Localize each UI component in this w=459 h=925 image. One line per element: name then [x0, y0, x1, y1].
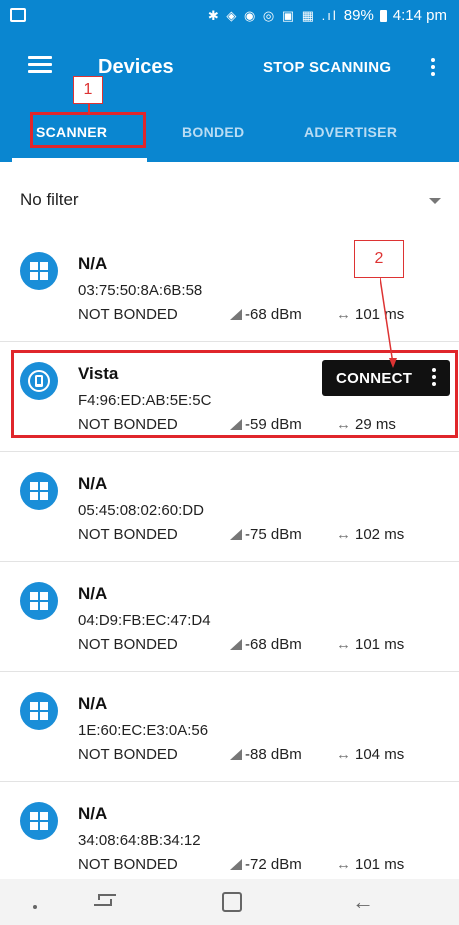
annotation-arrow-1: [88, 104, 90, 114]
rssi-value: -88 dBm: [245, 746, 302, 763]
rssi-value: -72 dBm: [245, 856, 302, 873]
rssi-value: -68 dBm: [245, 306, 302, 323]
app-bar: Devices STOP SCANNING: [0, 34, 459, 104]
hamburger-menu-icon[interactable]: [28, 56, 52, 74]
device-item[interactable]: N/A 04:D9:FB:EC:47:D4 NOT BONDED -68 dBm…: [0, 562, 459, 672]
annotation-label-1: 1: [73, 76, 103, 104]
status-icons: ✱ ◈ ◉ ◎ ▣ ▦ .ıl: [207, 7, 338, 23]
interval-value: 102 ms: [355, 526, 405, 543]
annotation-highlight-scanner: [30, 112, 146, 148]
filter-dropdown[interactable]: No filter: [0, 162, 459, 233]
interval-arrow-icon: ↔: [336, 746, 351, 763]
interval-arrow-icon: ↔: [336, 306, 351, 323]
device-name: N/A: [78, 804, 108, 823]
device-name: N/A: [78, 474, 108, 493]
signal-strength-icon: [230, 309, 242, 320]
bond-state: NOT BONDED: [78, 636, 178, 653]
interval-value: 101 ms: [355, 856, 405, 873]
windows-device-icon: [20, 692, 58, 730]
device-item[interactable]: N/A 05:45:08:02:60:DD NOT BONDED -75 dBm…: [0, 452, 459, 562]
bond-state: NOT BONDED: [78, 856, 178, 873]
device-mac: 03:75:50:8A:6B:58: [78, 282, 203, 299]
filter-label: No filter: [20, 190, 79, 209]
device-name: N/A: [78, 694, 108, 713]
signal-strength-icon: [230, 859, 242, 870]
device-name: N/A: [78, 584, 108, 603]
tab-bonded[interactable]: BONDED: [182, 124, 244, 140]
device-item[interactable]: N/A 1E:60:EC:E3:0A:56 NOT BONDED -88 dBm…: [0, 672, 459, 782]
annotation-arrow-2: [380, 278, 397, 368]
bond-state: NOT BONDED: [78, 526, 178, 543]
battery-icon: [379, 9, 387, 22]
interval-value: 101 ms: [355, 636, 405, 653]
interval-arrow-icon: ↔: [336, 856, 351, 873]
clock: 4:14 pm: [392, 7, 447, 24]
battery-level: 89%: [343, 7, 374, 24]
signal-strength-icon: [230, 639, 242, 650]
chevron-down-icon: [429, 198, 441, 204]
device-mac: 1E:60:EC:E3:0A:56: [78, 722, 209, 739]
interval-value: 104 ms: [355, 746, 405, 763]
device-mac: 05:45:08:02:60:DD: [78, 502, 204, 519]
back-arrow-icon[interactable]: ←: [352, 889, 374, 915]
home-icon[interactable]: [222, 892, 242, 912]
status-bar: ✱ ◈ ◉ ◎ ▣ ▦ .ıl 89% 4:14 pm: [0, 0, 459, 34]
device-name: N/A: [78, 254, 108, 273]
windows-device-icon: [20, 472, 58, 510]
nav-dot-icon[interactable]: [33, 905, 37, 909]
signal-strength-icon: [230, 749, 242, 760]
windows-device-icon: [20, 582, 58, 620]
overflow-menu-icon[interactable]: [431, 58, 437, 76]
signal-strength-icon: [230, 529, 242, 540]
page-title: Devices: [98, 56, 174, 78]
bond-state: NOT BONDED: [78, 306, 178, 323]
annotation-label-2: 2: [354, 240, 404, 278]
device-mac: 34:08:64:8B:34:12: [78, 832, 201, 849]
device-mac: 04:D9:FB:EC:47:D4: [78, 612, 211, 629]
gallery-notification-icon: [10, 8, 26, 22]
rssi-value: -68 dBm: [245, 636, 302, 653]
windows-device-icon: [20, 252, 58, 290]
recent-apps-icon[interactable]: [94, 893, 116, 907]
system-nav-bar: ←: [0, 879, 459, 925]
interval-arrow-icon: ↔: [336, 526, 351, 543]
device-item[interactable]: N/A 34:08:64:8B:34:12 NOT BONDED -72 dBm…: [0, 782, 459, 892]
bond-state: NOT BONDED: [78, 746, 178, 763]
stop-scanning-button[interactable]: STOP SCANNING: [263, 59, 391, 76]
rssi-value: -75 dBm: [245, 526, 302, 543]
windows-device-icon: [20, 802, 58, 840]
tab-advertiser[interactable]: ADVERTISER: [304, 124, 397, 140]
interval-arrow-icon: ↔: [336, 636, 351, 653]
